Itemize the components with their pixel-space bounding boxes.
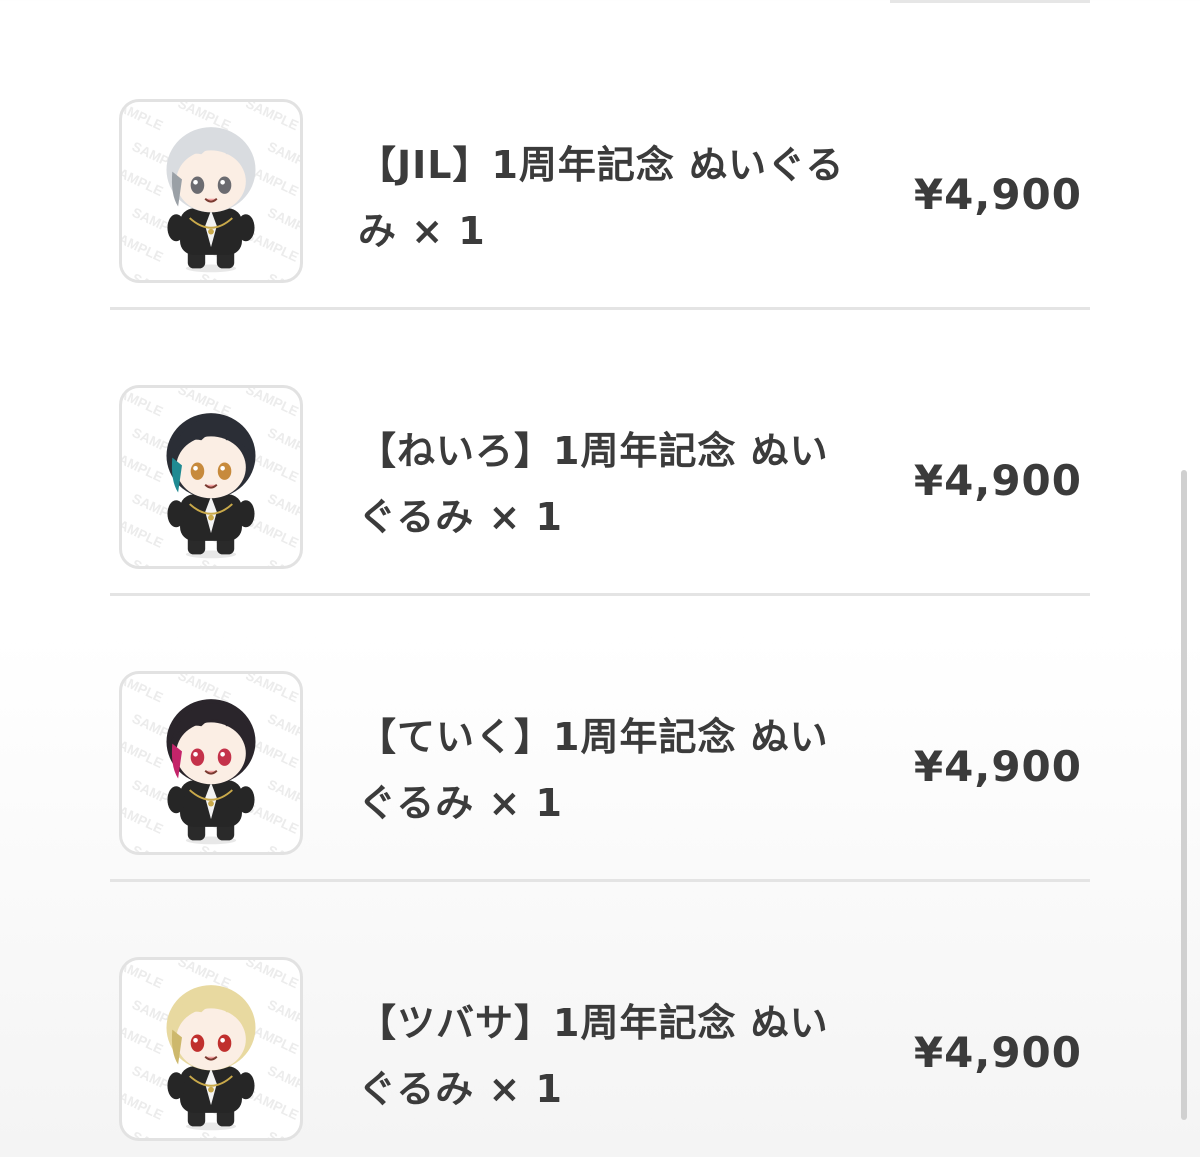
svg-text:SAMPLE: SAMPLE	[243, 960, 300, 991]
svg-text:SAMPLE: SAMPLE	[122, 102, 165, 133]
item-name: 【JIL】1周年記念 ぬいぐるみ × 1	[358, 143, 845, 253]
item-name: 【ツバサ】1周年記念 ぬいぐるみ × 1	[358, 1001, 829, 1111]
svg-text:SAMPLE: SAMPLE	[122, 1085, 165, 1122]
svg-text:SAMPLE: SAMPLE	[265, 556, 300, 566]
plush-doll-image: SAMPLE SAMPLE SAMPLESAMPLE SAMPLESAMPLE SAMP…	[122, 388, 300, 566]
item-price: ¥4,900	[913, 170, 1082, 219]
svg-text:SAMPLE: SAMPLE	[122, 162, 165, 199]
order-item[interactable]: SAMPLE SAMPLE SAMPLE SAMPLE SAMPLE SAMPLE SAMP…	[110, 882, 1090, 1157]
svg-text:SAMPLE: SAMPLE	[122, 734, 165, 771]
top-divider	[890, 0, 1090, 3]
plush-doll-image: SAMPLE SAMPLE SAMPLESAMPLE SAMPLESAMPLE SAMP…	[122, 102, 300, 280]
item-thumbnail[interactable]: SAMPLE SAMPLE SAMPLE SAMPLE SAMPLE SAMPLE SAMP…	[119, 957, 303, 1141]
item-price: ¥4,900	[913, 742, 1082, 791]
svg-text:SAMPLE: SAMPLE	[265, 842, 300, 852]
plush-doll-image: SAMPLE SAMPLE SAMPLESAMPLE SAMPLESAMPLE SAMP…	[122, 674, 300, 852]
item-price: ¥4,900	[913, 1028, 1082, 1077]
item-thumbnail[interactable]: SAMPLE SAMPLE SAMPLE SAMPLE SAMPLE SAMPLE SAMP…	[119, 99, 303, 283]
svg-text:SAMPLE: SAMPLE	[130, 556, 187, 566]
scrollbar[interactable]	[1181, 470, 1187, 1120]
svg-text:SAMPLE: SAMPLE	[130, 270, 187, 280]
svg-text:SAMPLE: SAMPLE	[122, 448, 165, 485]
svg-text:SAMPLE: SAMPLE	[130, 1128, 187, 1138]
svg-text:SAMPLE: SAMPLE	[122, 1020, 165, 1057]
svg-text:SAMPLE: SAMPLE	[122, 388, 165, 419]
item-name: 【ていく】1周年記念 ぬいぐるみ × 1	[358, 715, 829, 825]
item-name: 【ねいろ】1周年記念 ぬいぐるみ × 1	[358, 429, 829, 539]
item-thumbnail[interactable]: SAMPLE SAMPLE SAMPLE SAMPLE SAMPLE SAMPLE SAMP…	[119, 385, 303, 569]
svg-text:SAMPLE: SAMPLE	[122, 513, 165, 550]
svg-text:SAMPLE: SAMPLE	[122, 227, 165, 264]
svg-text:SAMPLE: SAMPLE	[122, 960, 165, 991]
svg-text:SAMPLE: SAMPLE	[130, 842, 187, 852]
svg-text:SAMPLE: SAMPLE	[265, 1128, 300, 1138]
order-item[interactable]: SAMPLE SAMPLE SAMPLE SAMPLE SAMPLE SAMPLE SAMP…	[110, 24, 1090, 310]
order-item[interactable]: SAMPLE SAMPLE SAMPLE SAMPLE SAMPLE SAMPLE SAMP…	[110, 596, 1090, 882]
order-item[interactable]: SAMPLE SAMPLE SAMPLE SAMPLE SAMPLE SAMPLE SAMP…	[110, 310, 1090, 596]
svg-text:SAMPLE: SAMPLE	[122, 674, 165, 705]
item-price: ¥4,900	[913, 456, 1082, 505]
svg-text:SAMPLE: SAMPLE	[265, 270, 300, 280]
svg-text:SAMPLE: SAMPLE	[122, 799, 165, 836]
item-thumbnail[interactable]: SAMPLE SAMPLE SAMPLE SAMPLE SAMPLE SAMPLE SAMP…	[119, 671, 303, 855]
svg-text:SAMPLE: SAMPLE	[243, 388, 300, 419]
svg-text:SAMPLE: SAMPLE	[243, 102, 300, 133]
svg-text:SAMPLE: SAMPLE	[243, 674, 300, 705]
plush-doll-image: SAMPLE SAMPLE SAMPLESAMPLE SAMPLESAMPLE SAMP…	[122, 960, 300, 1138]
